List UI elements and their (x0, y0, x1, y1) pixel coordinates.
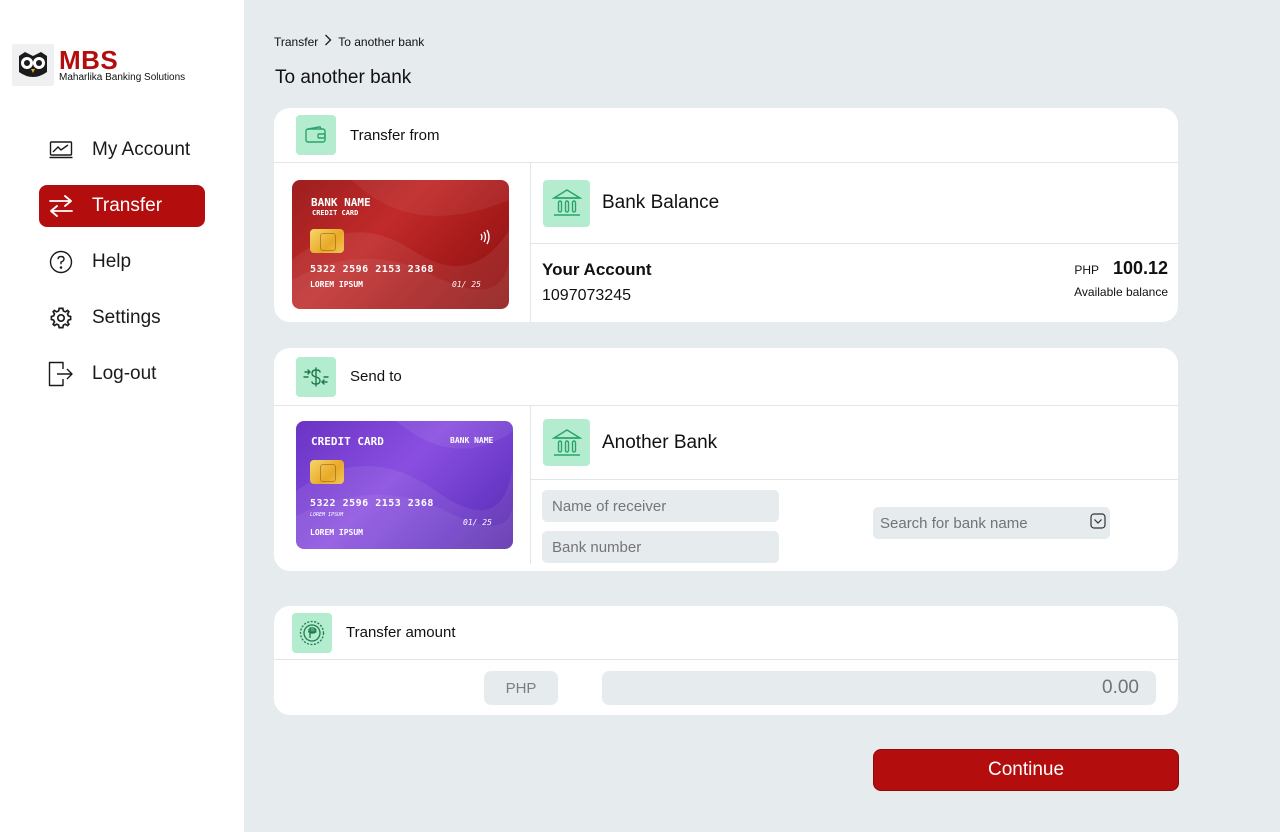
card-holder: LOREM IPSUM (310, 528, 363, 537)
balance-amount: 100.12 (1112, 258, 1168, 278)
sidebar: MBS Maharlika Banking Solutions My Accou… (0, 0, 244, 832)
card-expiry: 01/ 25 (463, 518, 492, 527)
destination-credit-card[interactable]: CREDIT CARD BANK NAME 5322 2596 2153 236… (296, 421, 513, 549)
transfer-amount-panel: Transfer amount PHP 0.00 (274, 606, 1178, 715)
breadcrumb: Transfer To another bank (274, 34, 424, 49)
account-label: Your Account (542, 260, 652, 279)
bank-balance-title: Bank Balance (602, 192, 720, 213)
receiver-name-input[interactable] (542, 490, 779, 522)
bank-icon (543, 419, 590, 466)
card-number: 5322 2596 2153 2368 (310, 264, 434, 275)
chevron-down-icon[interactable] (1090, 513, 1106, 533)
destination-details: Another Bank Search for bank name (531, 406, 1178, 571)
balance-caption: Available balance (1074, 285, 1168, 299)
transfer-from-header: Transfer from (274, 108, 1178, 163)
card-number: 5322 2596 2153 2368 (310, 498, 434, 509)
sidebar-item-label: My Account (92, 139, 191, 160)
peso-coin-icon (292, 612, 332, 653)
card-bank-name: BANK NAME (311, 196, 371, 209)
send-to-panel: Send to CREDIT CARD BANK NAME 5322 2596 … (274, 348, 1178, 571)
account-number: 1097073245 (542, 287, 631, 304)
chart-icon (39, 141, 83, 159)
another-bank-title: Another Bank (602, 431, 718, 453)
send-to-header: Send to (274, 348, 1178, 406)
card-type: CREDIT CARD (311, 435, 384, 448)
breadcrumb-current: To another bank (338, 34, 425, 49)
bank-balance-row: Bank Balance (531, 163, 1178, 244)
transfer-amount-header: Transfer amount (274, 606, 1178, 660)
sidebar-item-label: Log-out (92, 363, 157, 384)
sidebar-item-logout[interactable]: Log-out (39, 353, 205, 395)
card-holder-small: LOREM IPSUM (310, 512, 344, 518)
send-to-label: Send to (350, 368, 402, 385)
sidebar-nav: My Account Transfer Help Settings Log-ou… (39, 129, 205, 409)
brand-logo[interactable]: MBS Maharlika Banking Solutions (12, 44, 185, 86)
breadcrumb-parent-link[interactable]: Transfer (274, 35, 318, 49)
card-bank-name: BANK NAME (450, 436, 494, 445)
card-holder: LOREM IPSUM (310, 280, 363, 289)
card-expiry: 01/ 25 (452, 280, 481, 289)
transfer-amount-label: Transfer amount (346, 624, 456, 641)
source-card-column: BANK NAME CREDIT CARD 5322 2596 2153 236… (274, 163, 531, 322)
card-chip-icon (310, 460, 344, 484)
brand-title: MBS (59, 45, 119, 75)
bank-number-input[interactable] (542, 531, 779, 563)
card-chip-icon (310, 229, 344, 253)
chevron-right-icon (324, 34, 332, 49)
brand-subtitle: Maharlika Banking Solutions (59, 72, 186, 83)
another-bank-row: Another Bank (531, 406, 1178, 480)
continue-button[interactable]: Continue (873, 749, 1179, 791)
wallet-icon (296, 115, 336, 155)
transfer-from-panel: Transfer from BANK NAME CREDIT CARD 5322… (274, 108, 1178, 322)
sidebar-item-label: Transfer (92, 195, 163, 216)
logout-icon (39, 361, 83, 387)
page-title: To another bank (275, 67, 412, 88)
source-account-details: Bank Balance Your Account 1097073245 PHP… (531, 163, 1178, 322)
money-transfer-icon (296, 356, 336, 397)
sidebar-item-settings[interactable]: Settings (39, 297, 205, 339)
contactless-icon (478, 229, 492, 249)
account-balance-info: Your Account 1097073245 PHP 100.12 Avail… (531, 244, 1178, 322)
gear-icon (39, 307, 83, 329)
amount-input[interactable]: 0.00 (602, 671, 1156, 705)
source-credit-card[interactable]: BANK NAME CREDIT CARD 5322 2596 2153 236… (292, 180, 509, 309)
help-icon (39, 250, 83, 274)
sidebar-item-label: Help (92, 251, 132, 272)
card-type: CREDIT CARD (312, 209, 359, 217)
sidebar-item-label: Settings (92, 307, 161, 328)
bank-icon (543, 179, 590, 227)
bank-search-placeholder: Search for bank name (880, 514, 1028, 532)
transfer-from-label: Transfer from (350, 126, 440, 144)
owl-logo-icon (12, 44, 54, 86)
sidebar-item-transfer[interactable]: Transfer (39, 185, 205, 227)
bank-search-select[interactable]: Search for bank name (873, 507, 1110, 539)
balance-currency: PHP (1074, 263, 1099, 277)
destination-card-column: CREDIT CARD BANK NAME 5322 2596 2153 236… (274, 406, 531, 564)
transfer-arrows-icon (39, 195, 83, 217)
sidebar-item-my-account[interactable]: My Account (39, 129, 205, 171)
sidebar-item-help[interactable]: Help (39, 241, 205, 283)
amount-currency-badge: PHP (484, 671, 558, 705)
